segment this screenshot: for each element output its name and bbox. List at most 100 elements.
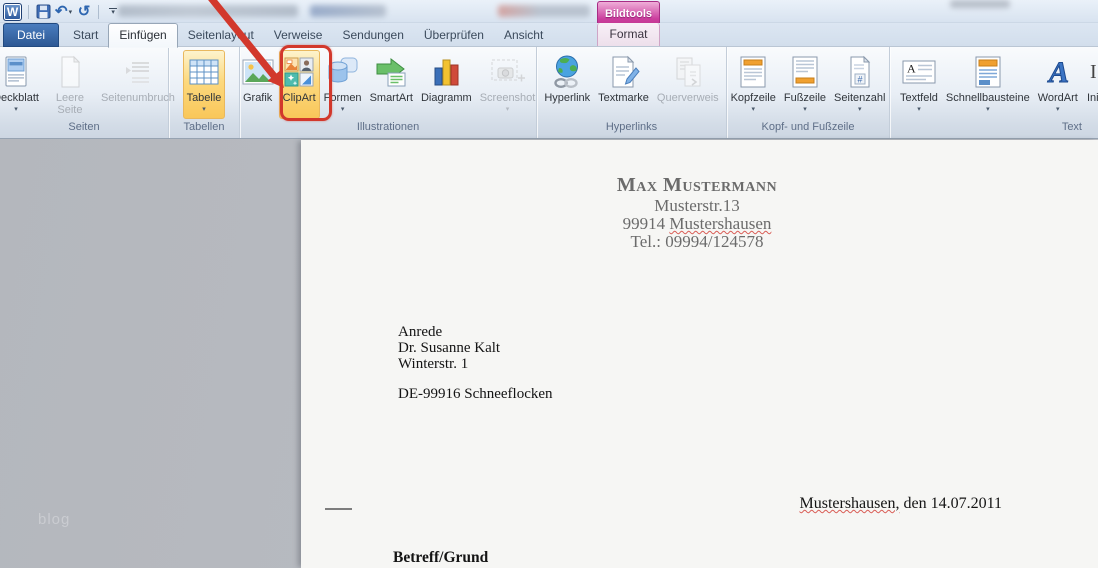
ribbon-group-text: A Textfeld ▾ Schnellbausteine ▾ xyxy=(890,47,1098,138)
svg-text:I: I xyxy=(1090,61,1097,83)
blurred-title-text xyxy=(310,5,386,17)
undo-button[interactable]: ↶ ▾ xyxy=(55,3,72,21)
ribbon: Deckblatt ▾ Leere Seite xyxy=(0,47,1098,139)
drop-cap-icon: I xyxy=(1086,52,1098,91)
recipient-address-block: Anrede Dr. Susanne Kalt Winterstr. 1 DE-… xyxy=(398,324,553,402)
bookmark-icon xyxy=(608,52,640,91)
chevron-down-icon: ▾ xyxy=(506,106,510,114)
hyperlink-button[interactable]: Hyperlink xyxy=(540,50,594,119)
screenshot-icon xyxy=(489,52,527,91)
save-button[interactable] xyxy=(35,3,51,21)
group-label-illustrationen: Illustrationen xyxy=(240,120,536,138)
cross-reference-icon xyxy=(671,52,705,91)
recipient-name: Dr. Susanne Kalt xyxy=(398,340,553,356)
title-bar: W ↶ ▾ ↺ ▾ Bildtools xyxy=(0,0,1098,23)
word-logo-icon[interactable]: W xyxy=(3,3,22,21)
kopfzeile-button[interactable]: Kopfzeile ▾ xyxy=(727,50,780,119)
querverweis-button[interactable]: Querverweis xyxy=(653,50,723,119)
date-line: Mustershausen, den 14.07.2011 xyxy=(800,495,1003,513)
tab-sendungen[interactable]: Sendungen xyxy=(332,24,413,47)
smartart-button[interactable]: SmartArt xyxy=(366,50,417,119)
shapes-icon xyxy=(326,52,360,91)
textmarke-button[interactable]: Textmarke xyxy=(594,50,653,119)
tab-ansicht[interactable]: Ansicht xyxy=(494,24,553,47)
recipient-salutation: Anrede xyxy=(398,324,553,340)
tab-start[interactable]: Start xyxy=(63,24,108,47)
redo-button[interactable]: ↺ xyxy=(76,3,92,21)
ribbon-group-illustrationen: Grafik xyxy=(240,47,537,138)
svg-text:A: A xyxy=(1047,56,1069,89)
chart-icon xyxy=(429,52,463,91)
group-label-seiten: Seiten xyxy=(0,120,168,138)
svg-text:A: A xyxy=(907,61,916,75)
chevron-down-icon: ▾ xyxy=(917,106,921,114)
tab-verweise[interactable]: Verweise xyxy=(264,24,333,47)
leere-seite-button[interactable]: Leere Seite xyxy=(43,50,97,119)
blank-page-icon xyxy=(55,52,85,91)
tab-ueberpruefen[interactable]: Überprüfen xyxy=(414,24,494,47)
sender-letterhead: Max Mustermann Musterstr.13 99914 Muster… xyxy=(477,173,917,251)
chevron-down-icon: ▾ xyxy=(341,106,345,114)
grafik-button[interactable]: Grafik xyxy=(237,50,279,119)
recipient-city: DE-99916 Schneeflocken xyxy=(398,386,553,402)
ribbon-tab-row: Datei Start Einfügen Seitenlayout Verwei… xyxy=(0,23,1098,47)
chevron-down-icon: ▾ xyxy=(858,106,862,114)
tab-format[interactable]: Format xyxy=(597,23,660,46)
sender-phone: Tel.: 09994/124578 xyxy=(477,233,917,251)
chevron-down-icon: ▾ xyxy=(111,10,115,15)
tabelle-button[interactable]: Tabelle ▾ xyxy=(183,50,226,119)
chevron-down-icon: ▾ xyxy=(69,8,73,16)
blank-line xyxy=(398,372,553,386)
page-number-icon: # xyxy=(845,52,875,91)
formen-button[interactable]: Formen ▾ xyxy=(320,50,366,119)
page-break-icon xyxy=(121,52,155,91)
text-box-icon: A xyxy=(901,52,937,91)
document-workspace: blog Max Mustermann Musterstr.13 99914 M… xyxy=(0,139,1098,568)
group-label-kopf-fusszeile: Kopf- und Fußzeile xyxy=(727,120,889,138)
picture-icon xyxy=(241,52,275,91)
sender-name: Max Mustermann xyxy=(477,173,917,197)
wordart-icon: A xyxy=(1041,52,1075,91)
diagramm-button[interactable]: Diagramm xyxy=(417,50,476,119)
chevron-down-icon: ▾ xyxy=(202,106,206,114)
toolbar-separator xyxy=(28,5,29,19)
fusszeile-button[interactable]: Fußzeile ▾ xyxy=(780,50,830,119)
sender-city: 99914 Mustershausen xyxy=(477,215,917,233)
footer-icon xyxy=(790,52,820,91)
ribbon-group-tabellen: Tabelle ▾ Tabellen xyxy=(169,47,240,138)
schnellbausteine-button[interactable]: Schnellbausteine ▾ xyxy=(942,50,1034,119)
cover-page-icon xyxy=(0,52,32,91)
tab-datei[interactable]: Datei xyxy=(3,23,59,47)
hyperlink-globe-icon xyxy=(550,52,584,91)
deckblatt-button[interactable]: Deckblatt ▾ xyxy=(0,50,43,119)
spellcheck-underline: Mustershausen xyxy=(669,214,771,233)
ribbon-group-kopf-fusszeile: Kopfzeile ▾ Fußzeile ▾ xyxy=(727,47,890,138)
screenshot-button[interactable]: Screenshot ▾ xyxy=(476,50,540,119)
seitenumbruch-button[interactable]: Seitenumbruch xyxy=(97,50,179,119)
spellcheck-underline: Mustershausen, xyxy=(800,495,900,512)
tab-seitenlayout[interactable]: Seitenlayout xyxy=(178,24,264,47)
sender-street: Musterstr.13 xyxy=(477,197,917,215)
blurred-title-text xyxy=(118,5,298,17)
initiale-button[interactable]: I Initiale ▾ xyxy=(1082,50,1098,119)
textfeld-button[interactable]: A Textfeld ▾ xyxy=(896,50,942,119)
blurred-title-text xyxy=(498,5,590,17)
chevron-down-icon: ▾ xyxy=(803,106,807,114)
quick-access-toolbar: W ↶ ▾ ↺ ▾ xyxy=(3,2,121,21)
seitenzahl-button[interactable]: # Seitenzahl ▾ xyxy=(830,50,889,119)
watermark-text: blog xyxy=(38,511,70,528)
ribbon-group-hyperlinks: Hyperlink Textmarke xyxy=(537,47,727,138)
subject-line: Betreff/Grund xyxy=(393,549,488,567)
clipart-button[interactable]: ClipArt xyxy=(279,50,320,119)
wordart-button[interactable]: A WordArt ▾ xyxy=(1034,50,1082,119)
undo-icon: ↶ xyxy=(55,5,68,19)
document-page[interactable]: Max Mustermann Musterstr.13 99914 Muster… xyxy=(301,140,1098,568)
chevron-down-icon: ▾ xyxy=(1056,106,1060,114)
smartart-icon xyxy=(373,52,409,91)
chevron-down-icon: ▾ xyxy=(751,106,755,114)
chevron-down-icon: ▾ xyxy=(986,106,990,114)
group-label-text: Text xyxy=(890,120,1098,138)
toolbar-separator xyxy=(98,5,99,19)
tab-einfuegen[interactable]: Einfügen xyxy=(108,23,177,48)
quick-parts-icon xyxy=(973,52,1003,91)
